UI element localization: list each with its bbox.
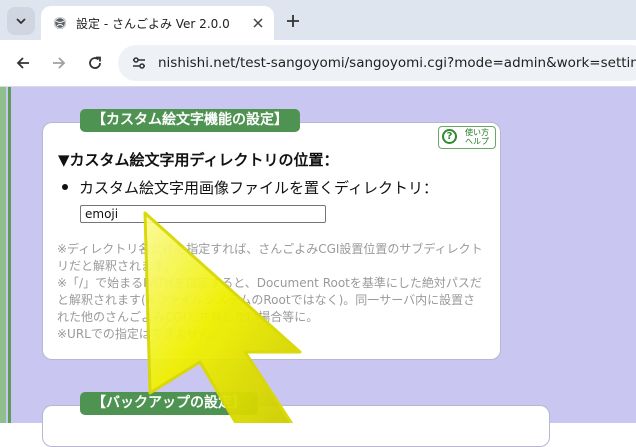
globe-icon <box>54 17 66 29</box>
tab-title: 設定 - さんごよみ Ver 2.0.0 <box>76 17 230 31</box>
left-decoration-bar <box>0 87 6 423</box>
address-bar[interactable]: nishishi.net/test-sangoyomi/sangoyomi.cg… <box>118 45 636 81</box>
bullet <box>62 184 68 190</box>
emoji-directory-input[interactable] <box>80 205 326 223</box>
url-text: nishishi.net/test-sangoyomi/sangoyomi.cg… <box>158 55 636 71</box>
reload-button[interactable] <box>83 51 107 75</box>
chevron-down-icon <box>16 18 26 25</box>
new-tab-button[interactable] <box>281 9 305 33</box>
tune-icon <box>133 57 145 69</box>
browser-toolbar: nishishi.net/test-sangoyomi/sangoyomi.cg… <box>0 40 636 86</box>
browser-tab[interactable]: 設定 - さんごよみ Ver 2.0.0 <box>41 6 274 40</box>
note-line: ※「/」で始まるPATHを指定すると、Document Rootを基準にした絶対… <box>57 276 482 324</box>
help-label: 使い方 ヘルプ <box>461 128 493 146</box>
notes: ※ディレクトリ名だけを指定すれば、さんごよみCGI設置位置のサブディレクトリだと… <box>57 241 487 343</box>
left-decoration-line <box>8 87 11 423</box>
tab-close-button[interactable] <box>249 14 267 32</box>
directory-item-label: カスタム絵文字用画像ファイルを置くディレクトリ： <box>79 179 438 197</box>
question-icon: ? <box>442 129 457 144</box>
custom-emoji-settings-panel: ? 使い方 ヘルプ ▼カスタム絵文字用ディレクトリの位置： カスタム絵文字用画像… <box>42 122 501 360</box>
note-line: ※URLでの指定はできません。 <box>57 327 223 341</box>
reload-icon <box>89 56 101 69</box>
tab-strip: 設定 - さんごよみ Ver 2.0.0 <box>0 0 636 40</box>
note-line: ※ディレクトリ名だけを指定すれば、さんごよみCGI設置位置のサブディレクトリだと… <box>57 242 483 273</box>
section-label-backup: 【バックアップの設定】 <box>80 392 258 415</box>
forward-button[interactable] <box>47 51 71 75</box>
arrow-left-icon <box>16 57 29 69</box>
help-button[interactable]: ? 使い方 ヘルプ <box>438 126 496 149</box>
directory-heading: ▼カスタム絵文字用ディレクトリの位置： <box>58 151 339 169</box>
close-icon <box>253 18 263 28</box>
page-content: ? 使い方 ヘルプ ▼カスタム絵文字用ディレクトリの位置： カスタム絵文字用画像… <box>0 87 636 447</box>
plus-icon <box>287 15 299 27</box>
arrow-right-icon <box>53 57 66 69</box>
back-button[interactable] <box>11 51 35 75</box>
site-info-button[interactable] <box>127 51 151 75</box>
help-label-line2: ヘルプ <box>465 137 489 146</box>
help-label-line1: 使い方 <box>465 128 489 137</box>
section-label-custom-emoji: 【カスタム絵文字機能の設定】 <box>80 109 300 132</box>
tab-search-button[interactable] <box>7 7 35 35</box>
